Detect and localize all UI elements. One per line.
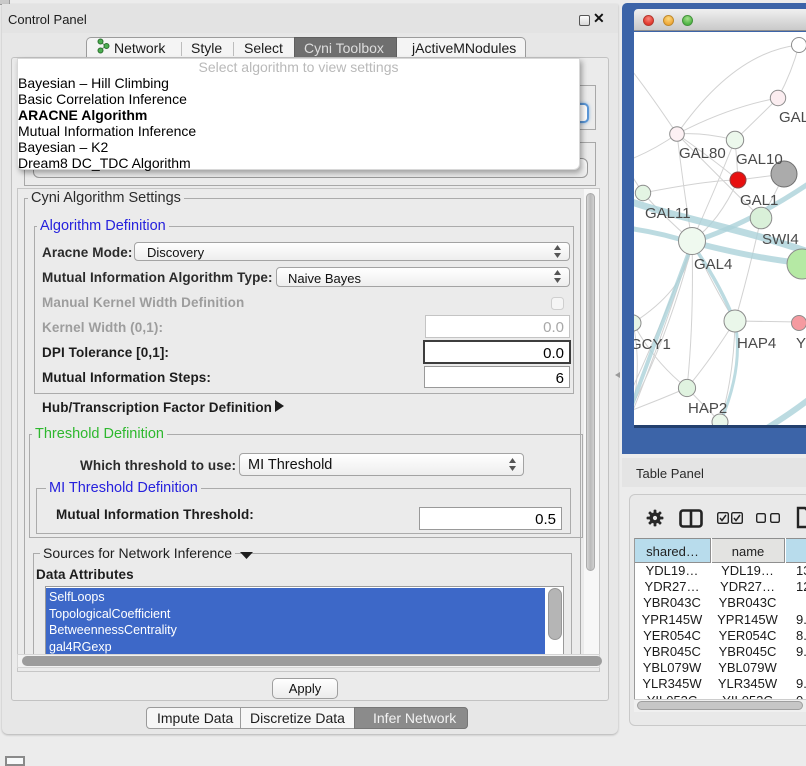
svg-text:GCY1: GCY1 [634, 336, 671, 353]
svg-text:GAL11: GAL11 [645, 205, 691, 222]
svg-text:HAP2: HAP2 [688, 400, 727, 417]
svg-text:GAL2: GAL2 [779, 109, 806, 126]
svg-text:SWI4: SWI4 [762, 231, 799, 248]
svg-text:HAP4: HAP4 [737, 335, 776, 352]
svg-text:GAL1: GAL1 [740, 192, 778, 209]
svg-text:GAL10: GAL10 [736, 151, 783, 168]
svg-text:GAL4: GAL4 [694, 256, 732, 273]
svg-text:Y: Y [796, 335, 806, 352]
svg-text:GAL80: GAL80 [679, 145, 726, 162]
